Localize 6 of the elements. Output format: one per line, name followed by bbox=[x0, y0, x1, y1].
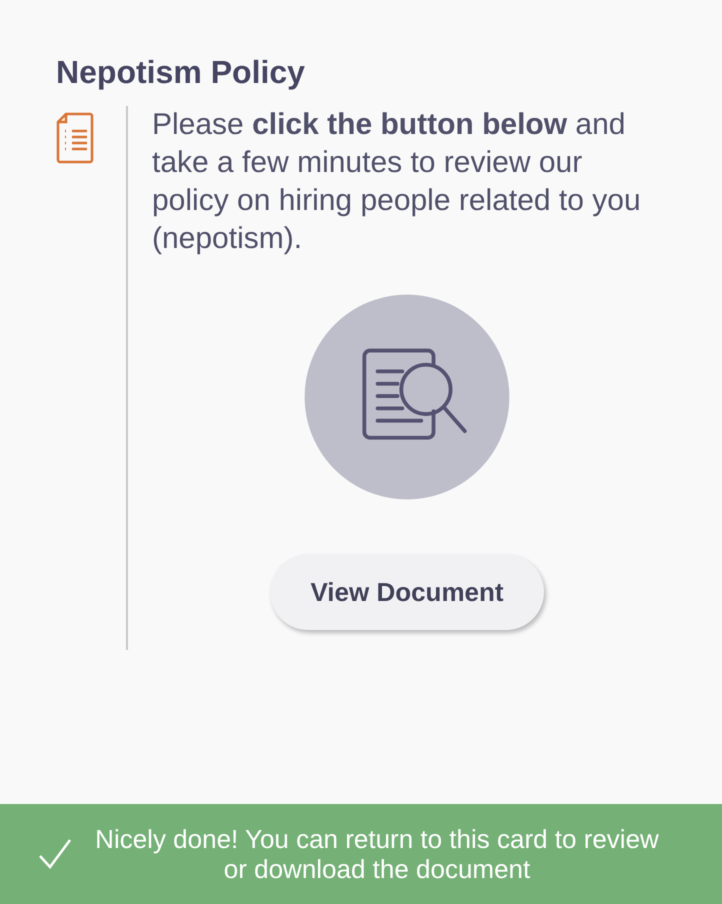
document-icon bbox=[56, 112, 94, 164]
view-document-button[interactable]: View Document bbox=[270, 554, 544, 630]
checkmark-icon bbox=[38, 838, 72, 870]
card-description: Please click the button below and take a few minutes to review our policy on hiring people related to you (nepotism). bbox=[152, 107, 642, 257]
success-message: Nicely done! You can return to this card to review or download the document bbox=[94, 824, 660, 884]
card-title: Nepotism Policy bbox=[56, 53, 306, 92]
